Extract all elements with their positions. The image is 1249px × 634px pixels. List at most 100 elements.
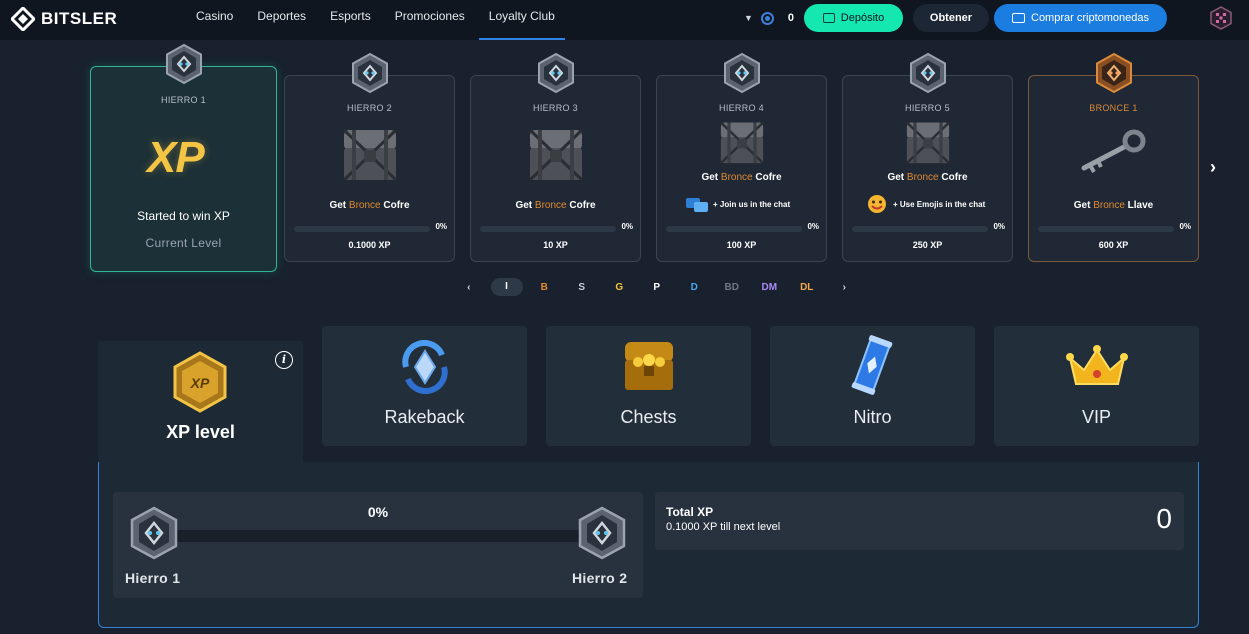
iron-level-badge-icon (578, 506, 626, 560)
tab-label: Rakeback (384, 407, 465, 427)
locked-chest-icon (905, 121, 950, 165)
tier-prev-button[interactable]: ‹ (450, 282, 488, 293)
nav-loyalty-club[interactable]: Loyalty Club (477, 0, 567, 40)
tier-gold[interactable]: G (601, 282, 639, 293)
progress-percent: 0% (807, 222, 819, 231)
deposit-label: Depósito (840, 12, 885, 24)
balance-selector[interactable]: ▼ 0 (744, 9, 794, 27)
xp-badge-icon: XP (173, 351, 227, 413)
info-icon[interactable]: i (275, 351, 293, 369)
tab-nitro[interactable]: Nitro (770, 326, 975, 446)
chevron-down-icon: ▼ (744, 13, 753, 23)
level-card-hierro-3[interactable]: HIERRO 3 Get Bronce Cofre 0% 10 XP (470, 52, 641, 262)
level-name: BRONCE 1 (1089, 103, 1138, 113)
level-progress-bar (1038, 226, 1174, 232)
tab-label: Nitro (853, 407, 892, 427)
wallet-icon (822, 13, 835, 23)
buy-crypto-button[interactable]: Comprar criptomonedas (994, 4, 1167, 32)
tier-next-button[interactable]: › (826, 282, 864, 293)
tab-vip[interactable]: VIP (994, 326, 1199, 446)
tab-chests[interactable]: Chests (546, 326, 751, 446)
iron-level-badge-icon (130, 506, 178, 560)
chat-bubbles-icon (686, 198, 708, 212)
credit-card-icon (1012, 13, 1025, 23)
tier-dl[interactable]: DL (788, 282, 826, 293)
level-card-current[interactable]: HIERRO 1 XP Started to win XP Current Le… (90, 43, 277, 272)
level-card-bronce-1[interactable]: BRONCE 1 Get Bronce Llave 0% 600 XP (1028, 52, 1199, 262)
brand-name: BITSLER (41, 9, 118, 28)
obtener-button[interactable]: Obtener (913, 4, 989, 32)
bitsler-diamond-icon (11, 7, 35, 31)
xp-logo: XP (147, 133, 205, 182)
main-nav: Casino Deportes Esports Promociones Loya… (184, 0, 567, 40)
tier-pagination: ‹ I B S G P D BD DM DL › (450, 278, 863, 296)
current-level-name: Hierro 1 (125, 570, 181, 586)
tier-diamond[interactable]: D (676, 282, 714, 293)
xp-required: 0.1000 XP (348, 240, 391, 250)
emoji-task: + Use Emojis in the chat (865, 194, 1012, 214)
tab-label: VIP (1081, 407, 1111, 427)
iron-level-badge-icon (723, 52, 760, 94)
level-name: HIERRO 3 (533, 103, 578, 113)
tier-platinum[interactable]: P (638, 282, 676, 293)
bitsler-logo[interactable]: BITSLER (11, 4, 117, 34)
xp-till-next-level: 0.1000 XP till next level (666, 521, 781, 533)
user-avatar[interactable] (1209, 6, 1233, 30)
level-card-hierro-4[interactable]: HIERRO 4 Get Bronce Cofre + Join us in t… (656, 52, 827, 262)
rakeback-icon (402, 340, 448, 394)
level-name: HIERRO 4 (719, 103, 764, 113)
total-xp-value: 0 (1156, 503, 1172, 534)
current-level-label: Current Level (145, 236, 222, 250)
iron-level-badge-icon (537, 52, 574, 94)
xp-progress-track (154, 530, 600, 542)
nav-promociones[interactable]: Promociones (383, 0, 477, 40)
xp-progress-percent: 0% (367, 504, 389, 520)
level-progress-bar (852, 226, 988, 232)
next-level-name: Hierro 2 (572, 570, 628, 586)
progress-percent: 0% (435, 222, 447, 231)
total-xp-title: Total XP (666, 505, 714, 519)
iron-level-badge-icon (165, 43, 202, 85)
coin-icon (760, 11, 774, 25)
tier-silver[interactable]: S (563, 282, 601, 293)
nav-esports[interactable]: Esports (318, 0, 383, 40)
nav-deportes[interactable]: Deportes (245, 0, 318, 40)
buy-crypto-label: Comprar criptomonedas (1031, 12, 1149, 24)
level-card-hierro-5[interactable]: HIERRO 5 Get Bronce Cofre + Use Emojis i… (842, 52, 1013, 262)
level-name: HIERRO 5 (905, 103, 950, 113)
tab-rakeback[interactable]: Rakeback (322, 326, 527, 446)
tier-iron[interactable]: I (490, 278, 523, 296)
crown-icon (1066, 345, 1128, 385)
tab-xp-level[interactable]: XP i XP level (98, 341, 303, 466)
tab-label: XP level (166, 422, 235, 442)
tier-dm[interactable]: DM (751, 282, 789, 293)
nitro-icon (851, 335, 893, 395)
tier-black-diamond[interactable]: BD (713, 282, 751, 293)
level-card-hierro-2[interactable]: HIERRO 2 Get Bronce Cofre 0% 0.1000 XP (284, 52, 455, 262)
emoji-icon (868, 195, 886, 213)
iron-level-badge-icon (351, 52, 388, 94)
xp-required: 10 XP (543, 240, 568, 250)
top-navigation-bar: BITSLER Casino Deportes Esports Promocio… (0, 0, 1249, 40)
level-name: HIERRO 2 (347, 103, 392, 113)
level-name: HIERRO 1 (161, 95, 206, 105)
locked-chest-icon (719, 121, 764, 165)
reward-text: Get Bronce Llave (1073, 200, 1154, 211)
deposit-button[interactable]: Depósito (804, 4, 903, 32)
bronze-level-badge-icon (1095, 52, 1132, 94)
carousel-next-icon[interactable]: › (1210, 157, 1216, 178)
svg-text:XP: XP (190, 375, 210, 391)
locked-chest-icon (528, 128, 583, 182)
tier-bronze[interactable]: B (526, 282, 564, 293)
progress-percent: 0% (1179, 222, 1191, 231)
reward-text: Get Bronce Cofre (515, 200, 596, 211)
locked-chest-icon (342, 128, 397, 182)
progress-percent: 0% (993, 222, 1005, 231)
key-icon (1081, 129, 1145, 173)
nav-casino[interactable]: Casino (184, 0, 245, 40)
progress-percent: 0% (621, 222, 633, 231)
xp-required: 600 XP (1098, 240, 1129, 250)
xp-required: 100 XP (726, 240, 757, 250)
level-progress-bar (480, 226, 616, 232)
reward-text: Get Bronce Cofre (329, 200, 410, 211)
